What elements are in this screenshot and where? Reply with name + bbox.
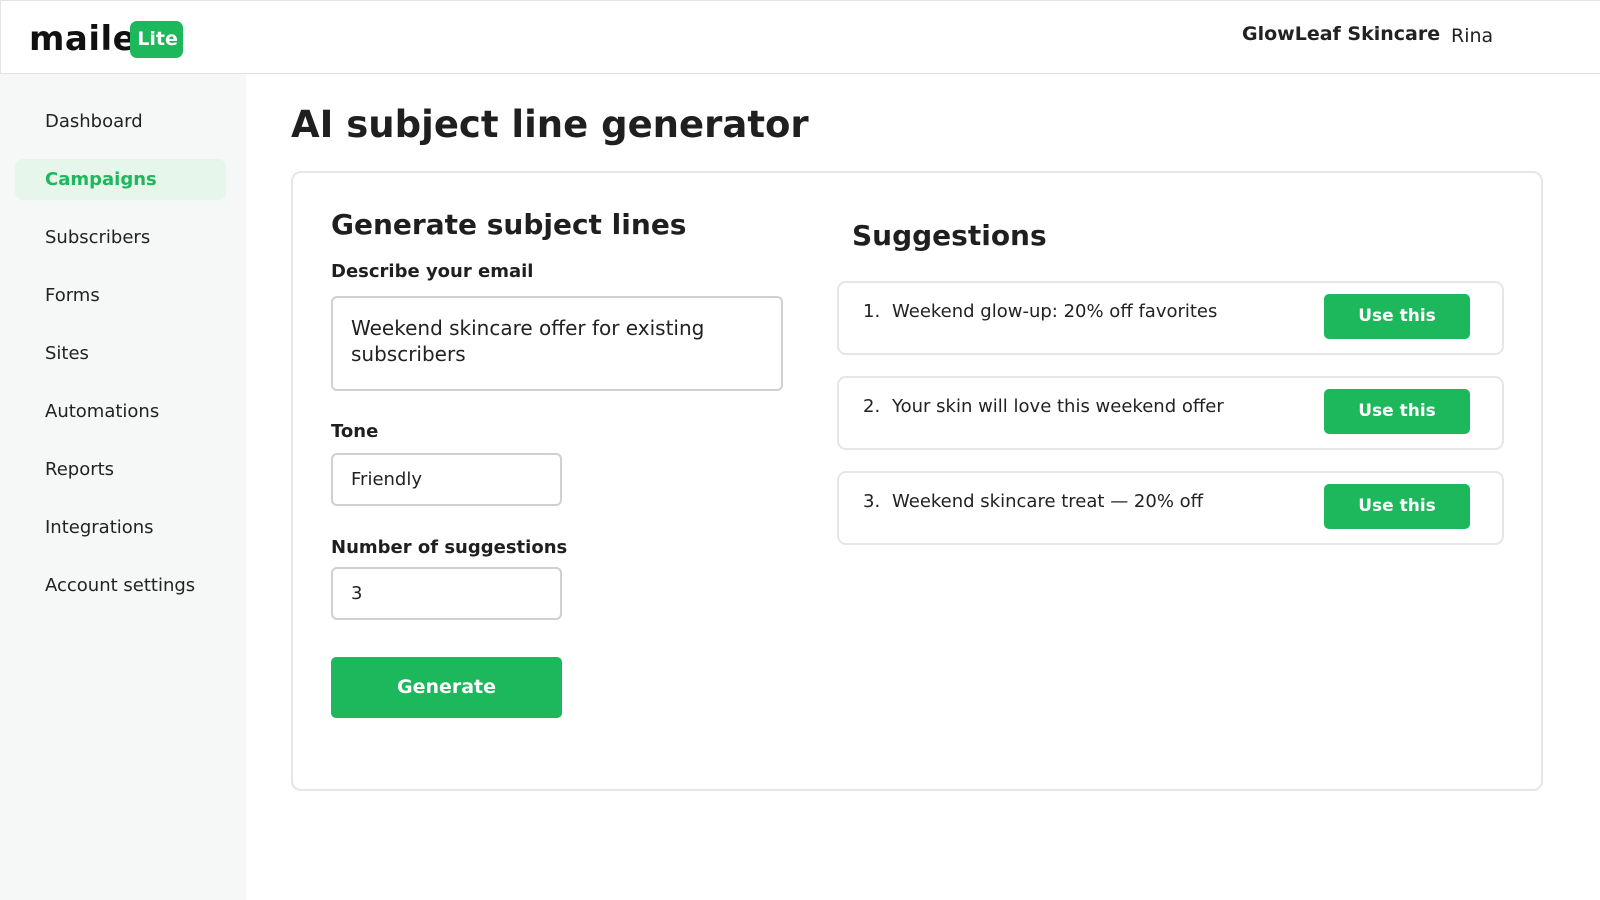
sidebar-item-automations[interactable]: Automations (15, 391, 226, 432)
tone-field[interactable]: Friendly (331, 453, 562, 506)
logo-badge: Lite (130, 21, 183, 58)
describe-email-label: Describe your email (331, 261, 534, 282)
suggestion-text: Weekend skincare treat — 20% off (892, 491, 1204, 512)
top-bar: maile Lite GlowLeaf Skincare Rina (0, 0, 1600, 74)
sidebar-item-dashboard[interactable]: Dashboard (15, 101, 226, 142)
use-suggestion-button[interactable]: Use this (1324, 294, 1470, 339)
sidebar-item-forms[interactable]: Forms (15, 275, 226, 316)
suggestion-count-label: Number of suggestions (331, 537, 568, 558)
sidebar-item-campaigns[interactable]: Campaigns (15, 159, 226, 200)
describe-email-textarea[interactable]: Weekend skincare offer for existing subs… (331, 296, 783, 391)
tone-label: Tone (331, 421, 379, 442)
suggestion-item: 3. Weekend skincare treat — 20% off Use … (837, 471, 1504, 545)
suggestions-title: Suggestions (852, 219, 1047, 252)
sidebar: Dashboard Campaigns Subscribers Forms Si… (0, 74, 246, 900)
sidebar-item-reports[interactable]: Reports (15, 449, 226, 490)
suggestion-number: 2. (863, 396, 881, 417)
sidebar-item-account-settings[interactable]: Account settings (15, 565, 226, 606)
org-name[interactable]: GlowLeaf Skincare (1242, 23, 1440, 45)
suggestion-item: 1. Weekend glow-up: 20% off favorites Us… (837, 281, 1504, 355)
logo-wordmark: maile (29, 19, 137, 59)
sidebar-item-integrations[interactable]: Integrations (15, 507, 226, 548)
generate-button[interactable]: Generate (331, 657, 562, 718)
use-suggestion-button[interactable]: Use this (1324, 389, 1470, 434)
sidebar-item-subscribers[interactable]: Subscribers (15, 217, 226, 258)
suggestion-item: 2. Your skin will love this weekend offe… (837, 376, 1504, 450)
user-menu[interactable]: Rina (1451, 25, 1493, 47)
suggestion-number: 1. (863, 301, 881, 322)
suggestion-text: Your skin will love this weekend offer (892, 396, 1224, 417)
generate-section-title: Generate subject lines (331, 208, 687, 241)
use-suggestion-button[interactable]: Use this (1324, 484, 1470, 529)
suggestion-text: Weekend glow-up: 20% off favorites (892, 301, 1218, 322)
page-title: AI subject line generator (291, 103, 809, 146)
suggestion-number: 3. (863, 491, 881, 512)
sidebar-item-sites[interactable]: Sites (15, 333, 226, 374)
app-logo[interactable]: maile Lite (29, 19, 183, 59)
suggestion-count-field[interactable]: 3 (331, 567, 562, 620)
